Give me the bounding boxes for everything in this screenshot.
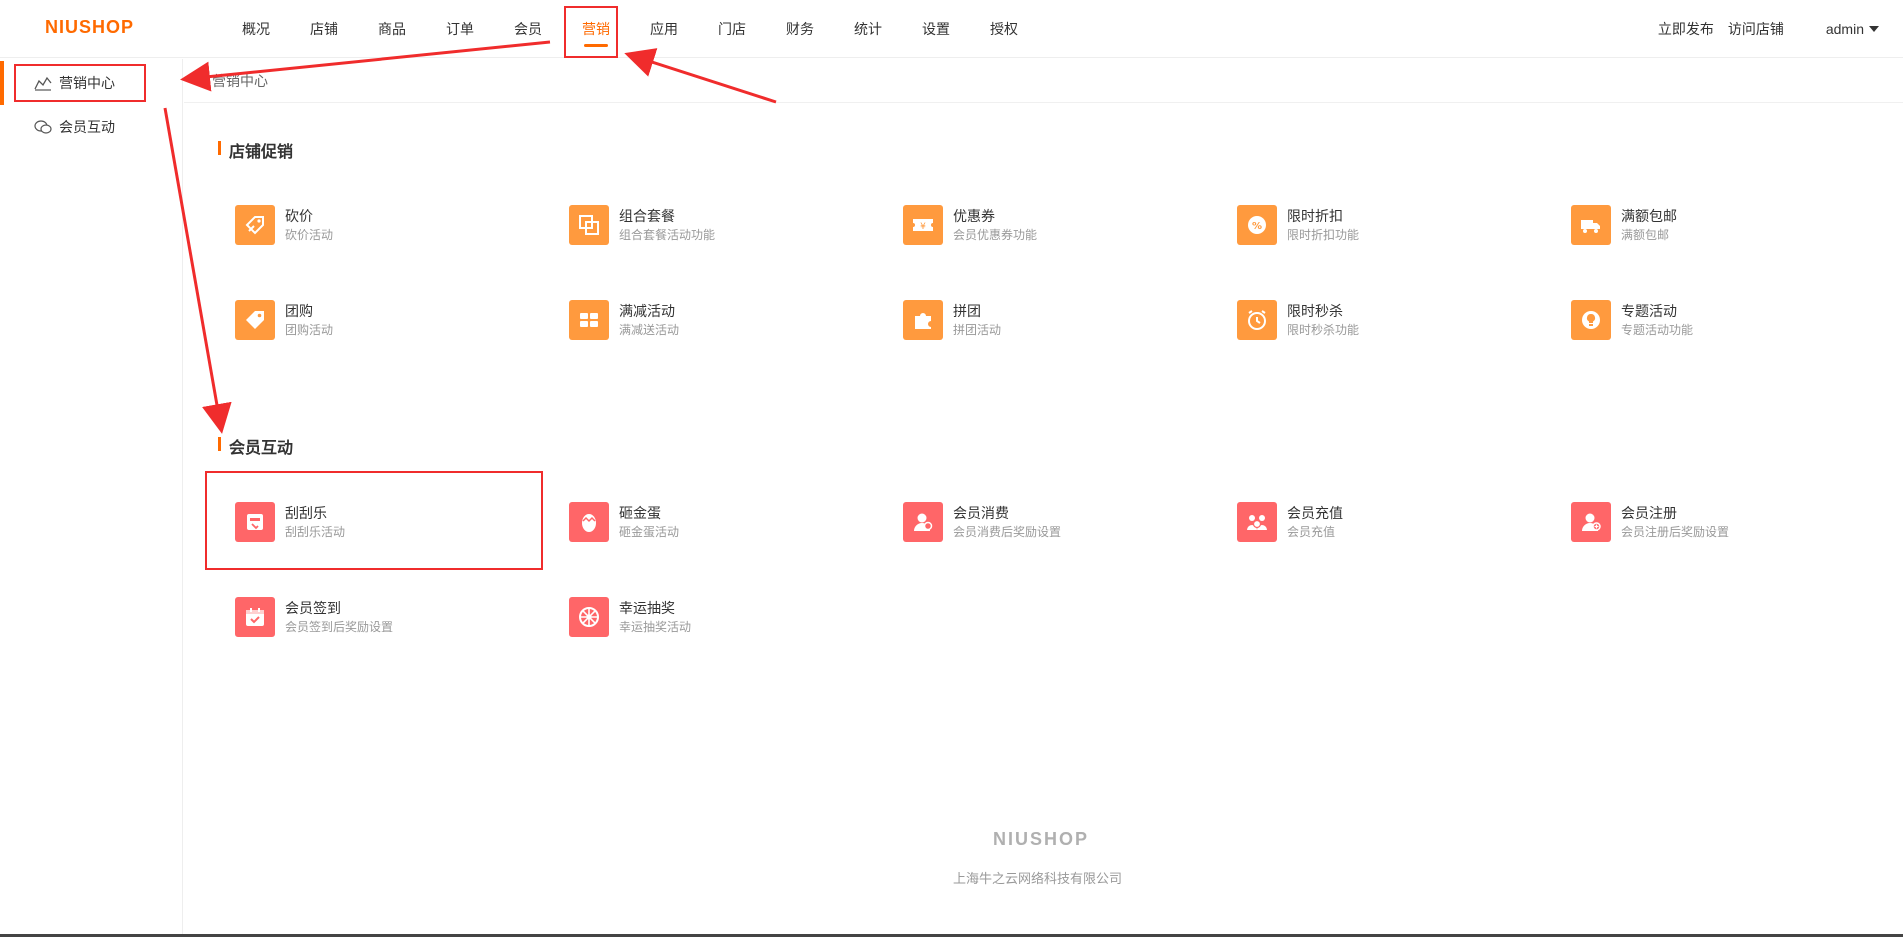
annotation-arrows	[163, 40, 777, 434]
arrow-to-marketing-center	[180, 40, 551, 92]
arrow-to-member-section	[163, 107, 232, 434]
arrow-to-marketing-nav	[624, 48, 777, 104]
